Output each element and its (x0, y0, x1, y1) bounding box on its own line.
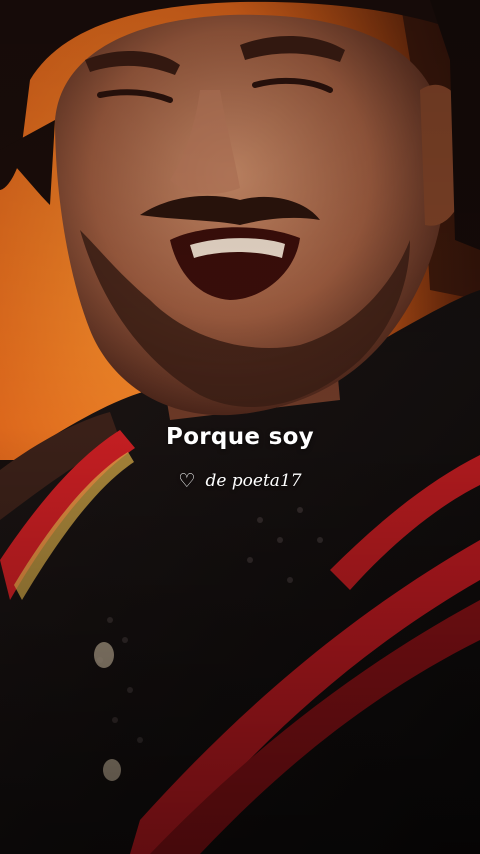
credit-watermark: de poeta17 (205, 471, 302, 491)
heart-outline-icon: ♡ (178, 470, 196, 492)
video-frame: Porque soy ♡ de poeta17 (0, 0, 480, 854)
lyric-caption: Porque soy (166, 424, 314, 450)
credit-row: ♡ de poeta17 (0, 472, 480, 491)
